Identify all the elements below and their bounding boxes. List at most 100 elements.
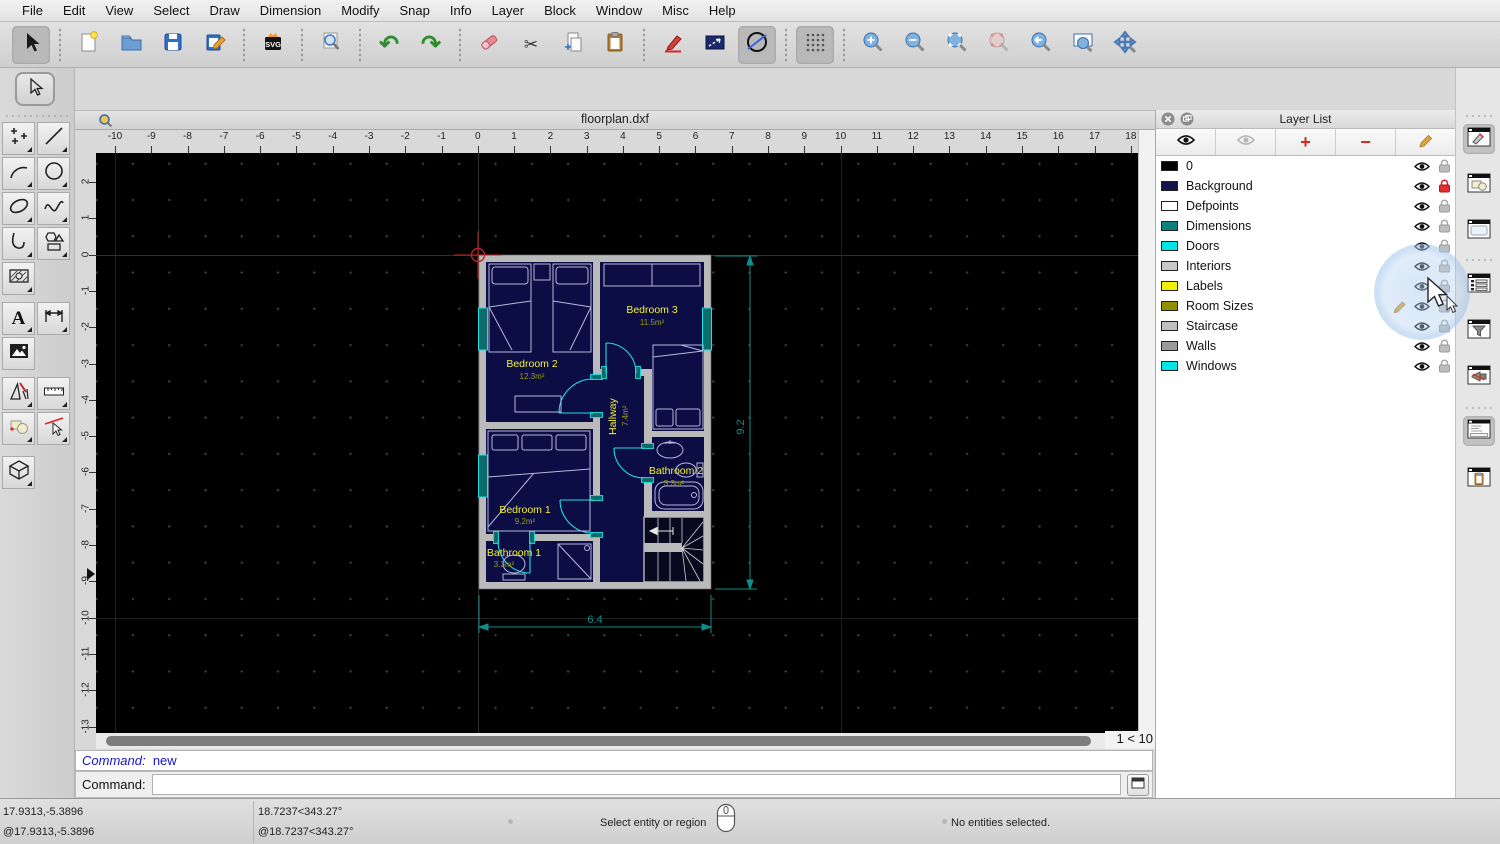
ellipse-tool-button[interactable]: [2, 192, 35, 225]
menu-select[interactable]: Select: [143, 0, 199, 22]
menu-info[interactable]: Info: [440, 0, 482, 22]
drawing-canvas[interactable]: 9.2 6.4 Bedroom 2 12.3m² Bedroom 3 11.5m…: [96, 153, 1138, 733]
layer-row[interactable]: Background: [1156, 176, 1455, 196]
layer-visibility-icon[interactable]: [1411, 161, 1433, 172]
layer-list-dock-button[interactable]: [1463, 270, 1495, 300]
palette-handle[interactable]: [4, 114, 68, 118]
layer-filter-dock-button[interactable]: [1463, 316, 1495, 346]
menu-layer[interactable]: Layer: [482, 0, 535, 22]
layer-row[interactable]: Interiors: [1156, 256, 1455, 276]
redo-button[interactable]: ↷: [412, 26, 450, 64]
layer-row[interactable]: Dimensions: [1156, 216, 1455, 236]
vertical-scrollbar-track[interactable]: [1138, 130, 1155, 733]
layer-visibility-icon[interactable]: [1411, 301, 1433, 312]
paste-button[interactable]: [596, 26, 634, 64]
polygon-tool-button[interactable]: [37, 227, 70, 260]
delete-button[interactable]: [470, 26, 508, 64]
menu-snap[interactable]: Snap: [390, 0, 440, 22]
layer-lock-icon[interactable]: [1433, 299, 1455, 313]
layer-lock-icon[interactable]: [1433, 359, 1455, 373]
layer-visibility-icon[interactable]: [1411, 341, 1433, 352]
auto-zoom-button[interactable]: [938, 26, 976, 64]
layer-lock-icon[interactable]: [1433, 159, 1455, 173]
cad-tools-button[interactable]: [2, 377, 35, 410]
remove-layer-button[interactable]: −: [1336, 129, 1396, 155]
menu-file[interactable]: File: [12, 0, 53, 22]
layer-row[interactable]: Staircase: [1156, 316, 1455, 336]
layer-lock-icon[interactable]: [1433, 219, 1455, 233]
menu-window[interactable]: Window: [586, 0, 652, 22]
dock-handle[interactable]: [1464, 114, 1494, 118]
solid-3d-tool-button[interactable]: [2, 456, 35, 489]
cut-button[interactable]: ✂: [512, 26, 550, 64]
menu-view[interactable]: View: [95, 0, 143, 22]
layer-row[interactable]: Defpoints: [1156, 196, 1455, 216]
layer-row-current[interactable]: Room Sizes: [1156, 296, 1455, 316]
layer-row[interactable]: 0: [1156, 156, 1455, 176]
open-file-button[interactable]: [112, 26, 150, 64]
new-document-button[interactable]: [70, 26, 108, 64]
horizontal-scrollbar[interactable]: [96, 733, 1138, 749]
layer-lock-icon[interactable]: [1433, 199, 1455, 213]
layer-lock-icon[interactable]: [1433, 319, 1455, 333]
block-tool-button[interactable]: [2, 412, 35, 445]
draft-mode-button[interactable]: [738, 25, 776, 64]
plugin-dock-button[interactable]: [1463, 362, 1495, 392]
polyline-tool-button[interactable]: [2, 227, 35, 260]
layer-lock-icon[interactable]: [1433, 259, 1455, 273]
layer-visibility-icon[interactable]: [1411, 201, 1433, 212]
copy-button[interactable]: [554, 26, 592, 64]
show-all-layers-button[interactable]: [1156, 129, 1216, 155]
select-window-button[interactable]: [696, 26, 734, 64]
layer-visibility-icon[interactable]: [1411, 181, 1433, 192]
layer-lock-icon[interactable]: [1433, 239, 1455, 253]
pan-button[interactable]: [1106, 26, 1144, 64]
layer-row[interactable]: Doors: [1156, 236, 1455, 256]
arc-tool-button[interactable]: [2, 157, 35, 190]
hide-all-layers-button[interactable]: [1216, 129, 1276, 155]
zoom-window-button[interactable]: [1064, 26, 1102, 64]
layer-lock-icon[interactable]: [1433, 339, 1455, 353]
modify-tool-button[interactable]: [37, 412, 70, 445]
block-dock-button[interactable]: [1463, 170, 1495, 200]
image-tool-button[interactable]: [2, 337, 35, 370]
circle-tool-button[interactable]: [37, 157, 70, 190]
horizontal-scrollbar-thumb[interactable]: [106, 736, 1091, 746]
menu-edit[interactable]: Edit: [53, 0, 95, 22]
line-tool-button[interactable]: [37, 122, 70, 155]
layer-visibility-icon[interactable]: [1411, 361, 1433, 372]
layer-visibility-icon[interactable]: [1411, 321, 1433, 332]
layer-lock-icon[interactable]: [1433, 279, 1455, 293]
menu-help[interactable]: Help: [699, 0, 746, 22]
dimension-tool-button[interactable]: [37, 302, 70, 335]
previous-view-button[interactable]: [1022, 26, 1060, 64]
points-tool-button[interactable]: [2, 122, 35, 155]
clipboard-dock-button[interactable]: [1463, 464, 1495, 494]
grid-toggle-button[interactable]: [796, 25, 834, 64]
command-dock-button[interactable]: [1127, 773, 1149, 796]
zoom-in-button[interactable]: [854, 26, 892, 64]
measure-tool-button[interactable]: [37, 377, 70, 410]
layer-row[interactable]: Labels: [1156, 276, 1455, 296]
save-as-button[interactable]: [196, 26, 234, 64]
save-button[interactable]: [154, 26, 192, 64]
hatch-tool-button[interactable]: [2, 262, 35, 295]
pen-properties-button[interactable]: [654, 26, 692, 64]
layer-visibility-icon[interactable]: [1411, 221, 1433, 232]
menu-modify[interactable]: Modify: [331, 0, 389, 22]
pen-dock-button[interactable]: [1463, 124, 1495, 154]
print-preview-button[interactable]: [312, 26, 350, 64]
export-svg-button[interactable]: SVG: [254, 26, 292, 64]
layer-lock-icon-locked[interactable]: [1433, 179, 1455, 193]
command-dock-button[interactable]: [1463, 416, 1495, 446]
layer-row[interactable]: Walls: [1156, 336, 1455, 356]
layer-visibility-icon[interactable]: [1411, 261, 1433, 272]
menu-dimension[interactable]: Dimension: [250, 0, 331, 22]
document-title-bar[interactable]: floorplan.dxf: [75, 110, 1155, 130]
undo-button[interactable]: ↶: [370, 26, 408, 64]
select-tool-button[interactable]: [15, 72, 55, 106]
library-dock-button[interactable]: [1463, 216, 1495, 246]
command-input[interactable]: [151, 774, 1121, 795]
zoom-out-button[interactable]: [896, 26, 934, 64]
layer-visibility-icon[interactable]: [1411, 241, 1433, 252]
